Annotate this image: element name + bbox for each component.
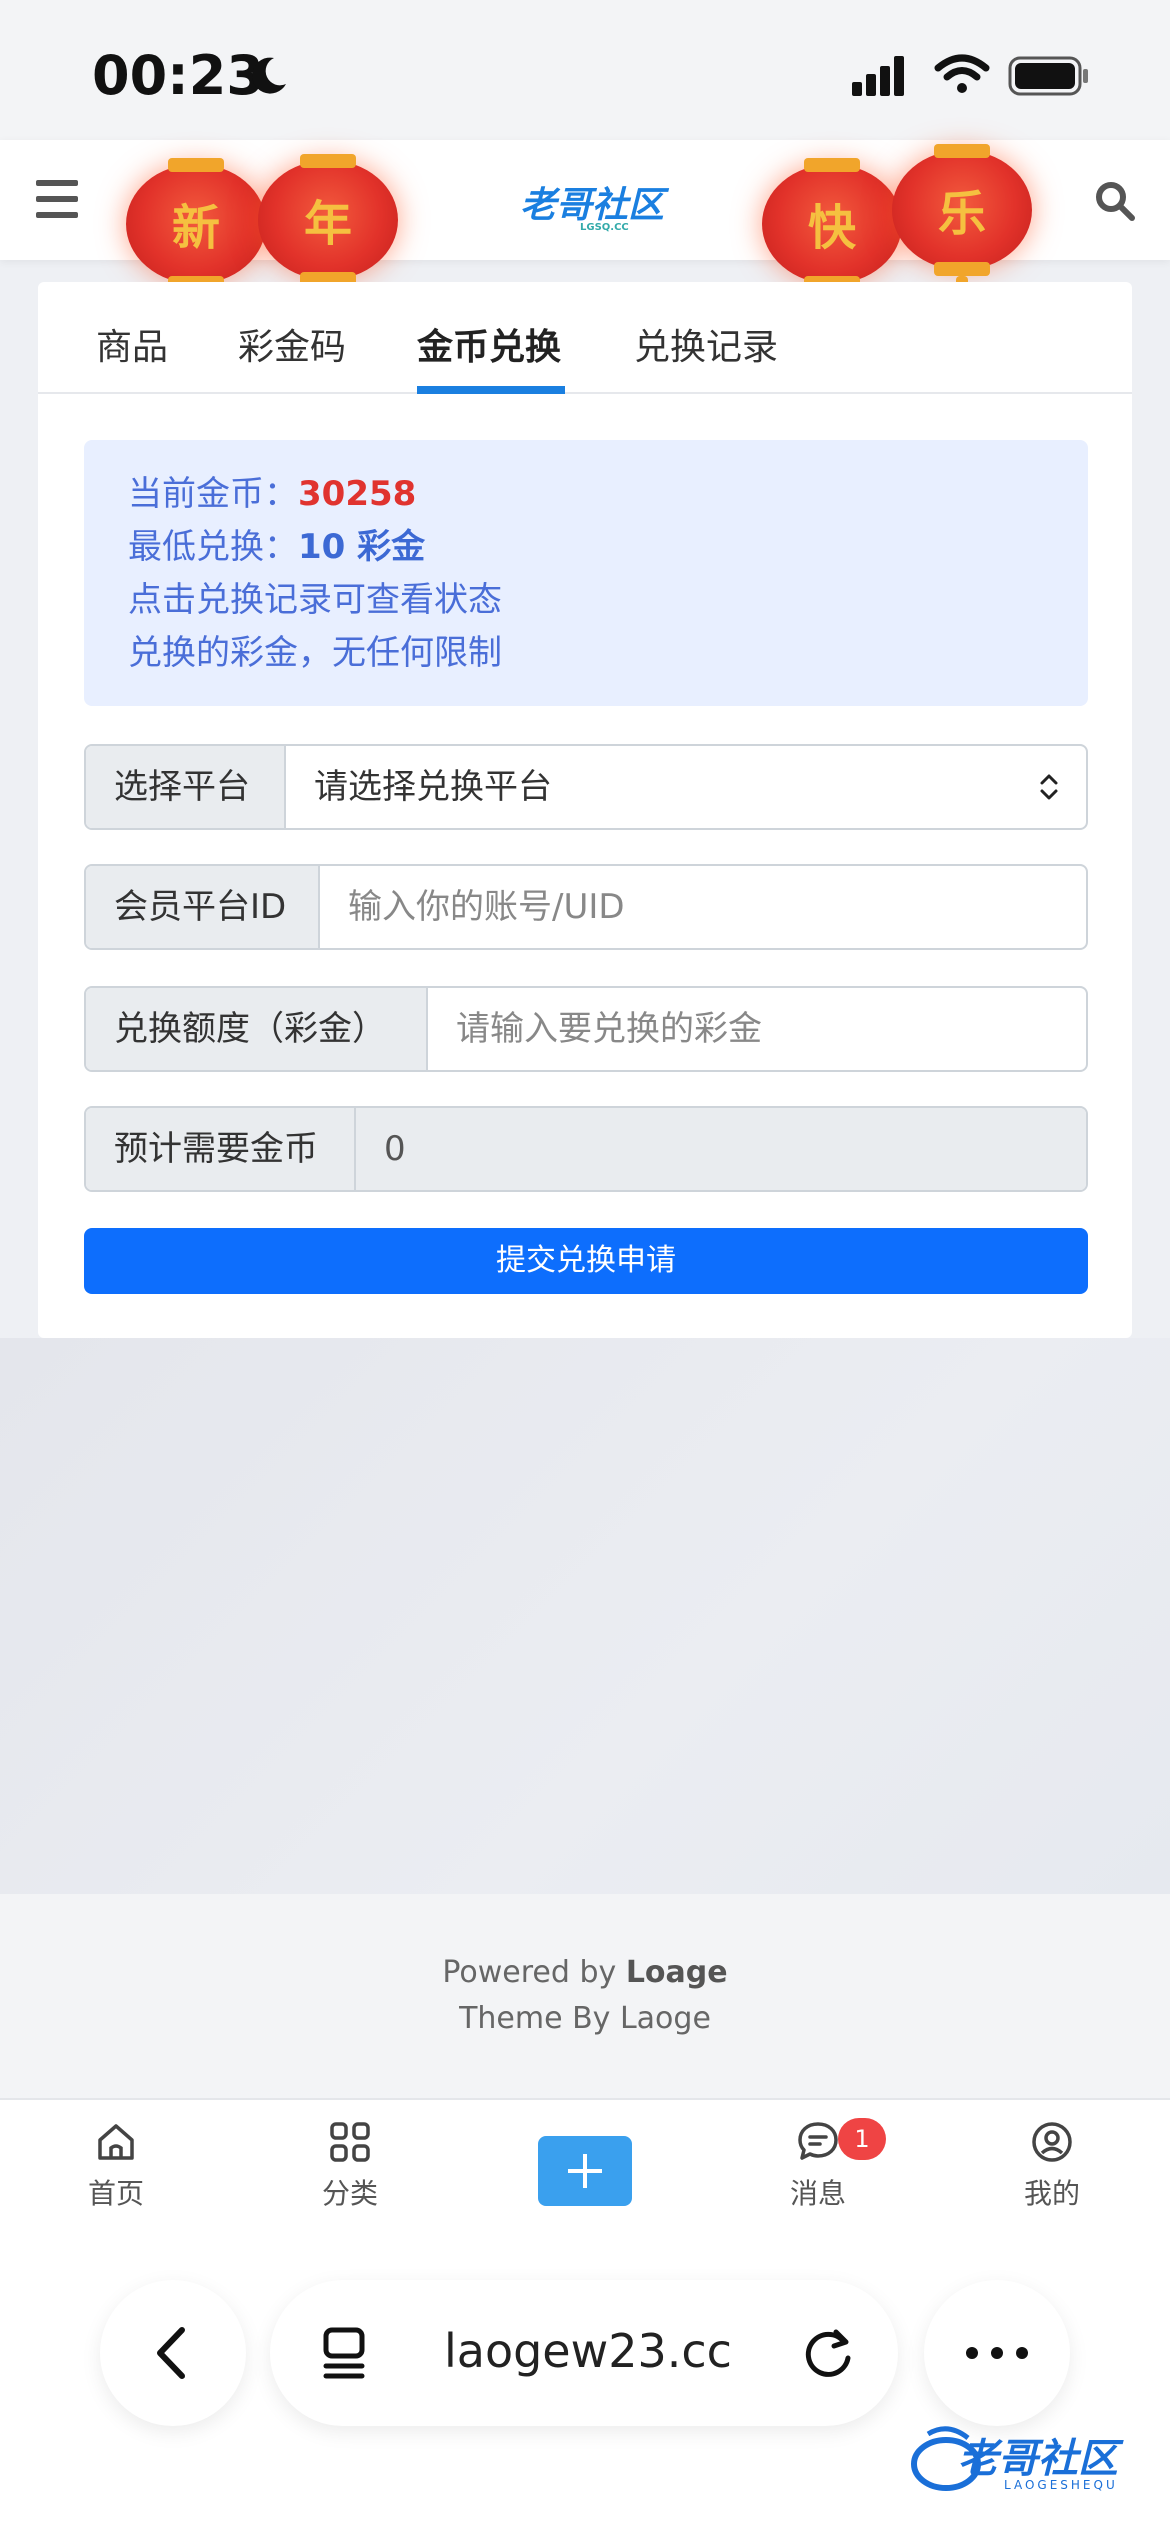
lantern-char: 新 [171, 200, 220, 256]
lantern-char: 快 [807, 200, 856, 256]
tabbar-mine-label: 我的 [1023, 2177, 1080, 2210]
amount-input[interactable]: 请输入要兑换的彩金 [428, 988, 1086, 1070]
min-exchange-label: 最低兑换： [128, 527, 298, 567]
active-tab-indicator [417, 386, 565, 394]
tabbar-mine[interactable]: 我的 [982, 2120, 1122, 2212]
tabbar-category-label: 分类 [321, 2177, 378, 2210]
coins-value: 30258 [298, 474, 417, 514]
tab-products[interactable]: 商品 [96, 318, 168, 370]
tabbar-category[interactable]: 分类 [280, 2120, 420, 2212]
chat-bubble-icon [798, 2122, 838, 2160]
search-icon[interactable] [1094, 180, 1136, 222]
powered-name[interactable]: Loage [626, 1955, 728, 1990]
platform-select-group: 选择平台 请选择兑换平台 [84, 744, 1088, 830]
tab-bar: 商品 彩金码 金币兑换 兑换记录 [38, 282, 1132, 394]
chevron-updown-icon [1040, 774, 1058, 800]
estimate-label: 预计需要金币 [86, 1108, 356, 1190]
member-id-input[interactable]: 输入你的账号/UID [320, 866, 1086, 948]
site-logo[interactable]: 老哥社区 LGSQ.CC [520, 176, 665, 233]
tabbar-messages-label: 消息 [789, 2177, 846, 2210]
user-circle-icon [1032, 2122, 1072, 2162]
platform-select[interactable]: 请选择兑换平台 [286, 746, 1086, 828]
status-bar: 00:23 [0, 0, 1170, 140]
powered-by: Powered by Loage [0, 1950, 1170, 1996]
lantern-char: 乐 [937, 186, 986, 242]
watermark-logo: 老哥社区 LAOGESHEQU [908, 2420, 1158, 2510]
grid-icon [330, 2122, 370, 2162]
moon-icon [252, 57, 286, 94]
member-id-group: 会员平台ID 输入你的账号/UID [84, 864, 1088, 950]
estimate-coins-field: 0 [356, 1108, 1086, 1190]
chevron-left-icon [157, 2327, 185, 2379]
wifi-icon [934, 54, 990, 93]
home-icon [98, 2124, 134, 2160]
min-line: 最低兑换：10 彩金 [128, 521, 1044, 574]
cellular-signal-icon [852, 56, 904, 96]
amount-label: 兑换额度（彩金） [86, 988, 428, 1070]
browser-url-bar[interactable]: laogew23.cc [270, 2280, 898, 2426]
tab-exchange-records[interactable]: 兑换记录 [634, 318, 778, 370]
info-records-hint: 点击兑换记录可查看状态 [128, 580, 502, 620]
status-time: 00:23 [92, 44, 264, 107]
lantern-char: 年 [303, 196, 352, 252]
powered-prefix: Powered by [442, 1955, 626, 1990]
browser-url-text: laogew23.cc [444, 2324, 732, 2378]
browser-back-button[interactable] [100, 2280, 246, 2426]
watermark-subtext: LAOGESHEQU [1004, 2478, 1118, 2492]
coins-line: 当前金币：30258 [128, 468, 1044, 521]
page-background [0, 1338, 1170, 1894]
bottom-tab-bar: 首页 分类 消息 1 我的 [0, 2100, 1170, 2280]
theme-credit: Theme By Laoge [459, 2001, 711, 2036]
logo-text: 老哥社区 [520, 185, 665, 226]
tabs-icon [323, 2327, 365, 2379]
info-panel: 当前金币：30258 最低兑换：10 彩金 点击兑换记录可查看状态 兑换的彩金，… [84, 440, 1088, 706]
amount-group: 兑换额度（彩金） 请输入要兑换的彩金 [84, 986, 1088, 1072]
submit-exchange-button[interactable]: 提交兑换申请 [84, 1228, 1088, 1294]
member-id-label: 会员平台ID [86, 866, 320, 948]
tab-coin-exchange[interactable]: 金币兑换 [417, 318, 561, 370]
info-no-limit: 兑换的彩金，无任何限制 [128, 633, 502, 673]
watermark-text: 老哥社区 [958, 2436, 1118, 2482]
coins-label: 当前金币： [128, 474, 298, 514]
hamburger-menu-icon[interactable] [36, 180, 78, 218]
site-footer: Powered by Loage Theme By Laoge [0, 1894, 1170, 2100]
min-exchange-value: 10 彩金 [298, 527, 426, 567]
tabbar-home-label: 首页 [87, 2177, 144, 2210]
post-plus-button[interactable] [538, 2136, 632, 2206]
battery-icon [1008, 56, 1088, 96]
tabbar-home[interactable]: 首页 [46, 2120, 186, 2212]
tab-bonus-code[interactable]: 彩金码 [238, 318, 346, 370]
platform-label: 选择平台 [86, 746, 286, 828]
browser-more-button[interactable] [924, 2280, 1070, 2426]
messages-badge: 1 [838, 2118, 886, 2160]
more-dots-icon [966, 2347, 1028, 2359]
estimate-group: 预计需要金币 0 [84, 1106, 1088, 1192]
reload-icon[interactable] [800, 2324, 856, 2382]
